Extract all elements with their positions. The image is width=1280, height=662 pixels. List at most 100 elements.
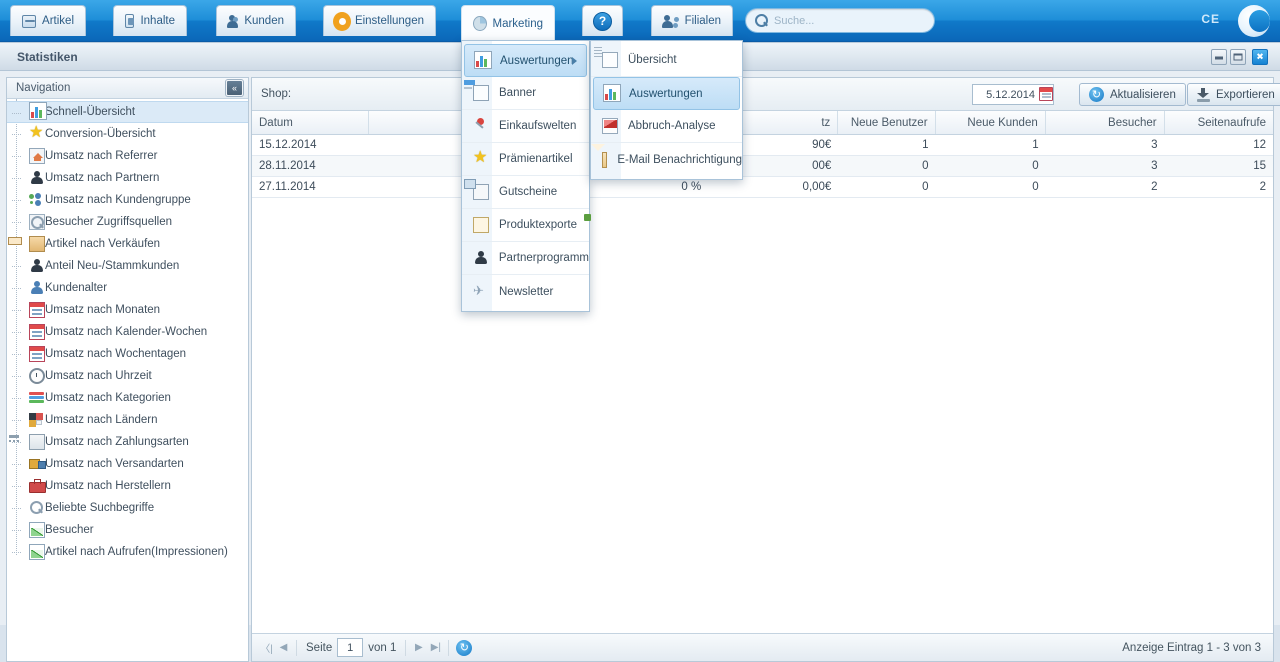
sidebar-item-umsatz-nach-uhrzeit[interactable]: Umsatz nach Uhrzeit: [7, 365, 248, 387]
table-row[interactable]: 27.11.2014 0 % 0,00€ 0 0 2 2: [252, 177, 1273, 198]
table-row[interactable]: 15.12.2014 90€ 1 1 3 12: [252, 135, 1273, 156]
nav-tab-einstellungen[interactable]: Einstellungen: [323, 5, 436, 36]
refresh-icon[interactable]: [456, 640, 472, 656]
nav-tab-filialen[interactable]: Filialen: [651, 5, 733, 36]
sidebar-item-umsatz-nach-wochentagen[interactable]: Umsatz nach Wochentagen: [7, 343, 248, 365]
banner-icon: [473, 85, 489, 101]
maximize-button[interactable]: [1230, 49, 1246, 65]
sidebar-item-besucher[interactable]: Besucher: [7, 519, 248, 541]
sidebar-item-umsatz-nach-kategorien[interactable]: Umsatz nach Kategorien: [7, 387, 248, 409]
sidebar-item-umsatz-nach-kalender-wochen[interactable]: Umsatz nach Kalender-Wochen: [7, 321, 248, 343]
statistics-main-panel: Shop: Aktualisieren Exportieren Datum Be…: [251, 77, 1274, 662]
submenu-item-email-benachrichtigung[interactable]: E-Mail Benachrichtigung: [591, 143, 742, 176]
bar-chart-icon: [603, 86, 619, 102]
sidebar-item-umsatz-nach-kundengruppe[interactable]: Umsatz nach Kundengruppe: [7, 189, 248, 211]
calendar-icon: [29, 346, 45, 362]
grid-header-row: Datum Beste tz Neue Benutzer Neue Kunden…: [252, 111, 1273, 135]
menu-item-banner[interactable]: Banner: [462, 77, 589, 110]
cell-neue-benutzer: 1: [838, 135, 935, 155]
nav-tab-marketing[interactable]: Marketing: [461, 5, 555, 41]
calendar-icon: [29, 324, 45, 340]
sidebar-item-label: Umsatz nach Herstellern: [45, 480, 171, 492]
submenu-item-auswertungen[interactable]: Auswertungen: [593, 77, 740, 110]
sidebar-item-umsatz-nach-herstellern[interactable]: Umsatz nach Herstellern: [7, 475, 248, 497]
person-icon: [473, 250, 489, 266]
tree-connector: [12, 178, 21, 179]
sidebar-item-beliebte-suchbegriffe[interactable]: Beliebte Suchbegriffe: [7, 497, 248, 519]
menu-item-label: Prämienartikel: [499, 153, 573, 165]
sidebar-item-umsatz-nach-referrer[interactable]: Umsatz nach Referrer: [7, 145, 248, 167]
nav-tab-inhalte[interactable]: Inhalte: [113, 5, 187, 36]
close-button[interactable]: ✖: [1252, 49, 1268, 65]
menu-item-produktexporte[interactable]: Produktexporte: [462, 209, 589, 242]
tree-connector: [12, 486, 21, 487]
sidebar-item-schnell-uebersicht[interactable]: Schnell-Übersicht: [7, 101, 248, 123]
sidebar-item-label: Umsatz nach Partnern: [45, 172, 159, 184]
sidebar-item-besucher-zugriffsquellen[interactable]: Besucher Zugriffsquellen: [7, 211, 248, 233]
navigation-sidebar: Navigation « Schnell-Übersicht ★ Convers…: [6, 77, 249, 662]
column-header-neue-benutzer[interactable]: Neue Benutzer: [838, 111, 935, 134]
next-page-button[interactable]: ▶: [410, 639, 427, 656]
column-header-neue-kunden[interactable]: Neue Kunden: [936, 111, 1046, 134]
sidebar-item-artikel-nach-verkaeufen[interactable]: Artikel nach Verkäufen: [7, 233, 248, 255]
tree-connector: [12, 442, 21, 443]
column-header-datum[interactable]: Datum: [252, 111, 369, 134]
toolbox-icon: [29, 478, 45, 494]
search-box[interactable]: [745, 8, 935, 33]
column-header-seitenaufrufe[interactable]: Seitenaufrufe: [1165, 111, 1273, 134]
submenu-item-abbruch-analyse[interactable]: Abbruch-Analyse: [591, 110, 742, 143]
sidebar-item-anteil-neu-stammkunden[interactable]: Anteil Neu-/Stammkunden: [7, 255, 248, 277]
cell-datum: 15.12.2014: [252, 135, 369, 155]
nav-tab-artikel[interactable]: Artikel: [10, 5, 86, 36]
export-button[interactable]: Exportieren: [1187, 83, 1280, 106]
cell-datum: 27.11.2014: [252, 177, 369, 197]
menu-item-label: Gutscheine: [499, 186, 557, 198]
calendar-icon[interactable]: [1039, 87, 1053, 101]
menu-item-label: Partnerprogramm: [499, 252, 589, 264]
first-page-button[interactable]: 〈|: [258, 639, 275, 656]
referrer-icon: [29, 148, 45, 164]
menu-item-label: Einkaufswelten: [499, 120, 576, 132]
person-blue-icon: [29, 280, 45, 296]
search-input[interactable]: [774, 15, 926, 27]
sidebar-item-umsatz-nach-versandarten[interactable]: Umsatz nach Versandarten: [7, 453, 248, 475]
sidebar-item-conversion-uebersicht[interactable]: ★ Conversion-Übersicht: [7, 123, 248, 145]
sidebar-item-kundenalter[interactable]: Kundenalter: [7, 277, 248, 299]
nav-tab-label: Marketing: [493, 18, 544, 30]
sidebar-item-umsatz-nach-zahlungsarten[interactable]: Umsatz nach Zahlungsarten: [7, 431, 248, 453]
tree-connector: [12, 354, 21, 355]
refresh-button[interactable]: Aktualisieren: [1079, 83, 1186, 106]
menu-item-newsletter[interactable]: ✈ Newsletter: [462, 275, 589, 308]
refresh-icon: [1089, 87, 1104, 102]
minimize-button[interactable]: [1211, 49, 1227, 65]
export-page-icon: [473, 217, 489, 233]
menu-item-einkaufswelten[interactable]: Einkaufswelten: [462, 110, 589, 143]
page-number-input[interactable]: [337, 638, 363, 657]
menu-item-partnerprogramm[interactable]: Partnerprogramm: [462, 242, 589, 275]
shopware-logo: [1238, 5, 1270, 37]
sidebar-item-label: Umsatz nach Monaten: [45, 304, 160, 316]
menu-item-gutscheine[interactable]: Gutscheine: [462, 176, 589, 209]
collapse-sidebar-button[interactable]: «: [226, 80, 243, 96]
sidebar-item-umsatz-nach-partnern[interactable]: Umsatz nach Partnern: [7, 167, 248, 189]
submenu-item-uebersicht[interactable]: Übersicht: [591, 44, 742, 77]
column-header-besucher[interactable]: Besucher: [1046, 111, 1165, 134]
prev-page-button[interactable]: ◀: [275, 639, 292, 656]
nav-tab-help[interactable]: ?: [582, 5, 623, 36]
trend-chart-icon: [29, 544, 45, 560]
sidebar-item-artikel-nach-aufrufen[interactable]: Artikel nach Aufrufen(Impressionen): [7, 541, 248, 563]
bar-chart-icon: [29, 104, 45, 120]
sidebar-item-umsatz-nach-monaten[interactable]: Umsatz nach Monaten: [7, 299, 248, 321]
sidebar-item-label: Umsatz nach Ländern: [45, 414, 158, 426]
sidebar-item-label: Anteil Neu-/Stammkunden: [45, 260, 179, 272]
page-total-label: von 1: [368, 642, 396, 654]
sidebar-item-umsatz-nach-laendern[interactable]: Umsatz nach Ländern: [7, 409, 248, 431]
cell-neue-kunden: 0: [936, 177, 1046, 197]
last-page-button[interactable]: ▶|: [427, 639, 444, 656]
trend-chart-icon: [29, 522, 45, 538]
menu-item-praemienartikel[interactable]: ★ Prämienartikel: [462, 143, 589, 176]
nav-tab-kunden[interactable]: Kunden: [216, 5, 296, 36]
voucher-icon: [473, 184, 489, 200]
menu-item-auswertungen[interactable]: Auswertungen: [464, 44, 587, 77]
table-row[interactable]: 28.11.2014 00€ 0 0 3 15: [252, 156, 1273, 177]
